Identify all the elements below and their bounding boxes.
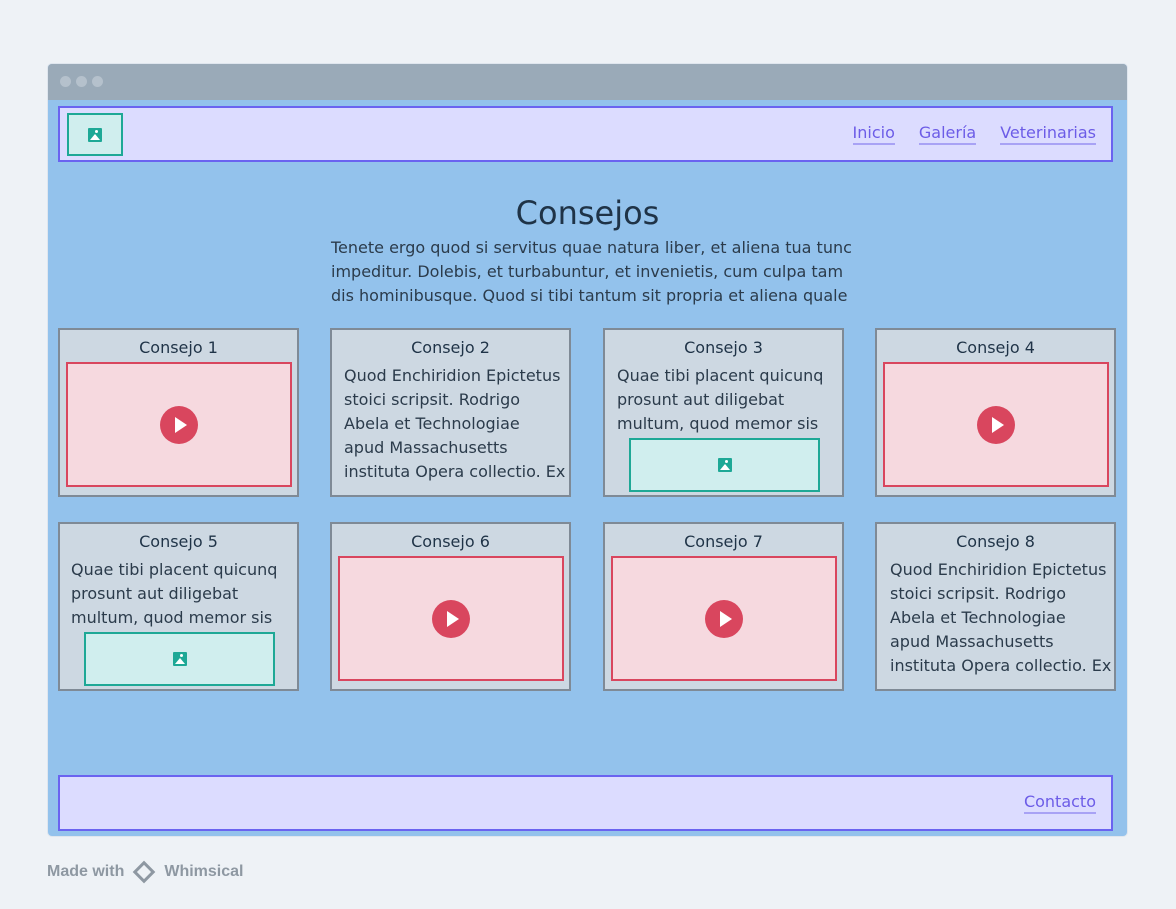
card-title: Consejo 7	[684, 532, 763, 551]
intro-line: dis hominibusque. Quod si tibi tantum si…	[331, 286, 848, 305]
card-consejo-7: Consejo 7	[603, 522, 844, 691]
card-title: Consejo 8	[956, 532, 1035, 551]
made-with-label: Made with	[47, 863, 125, 880]
card-title: Consejo 6	[411, 532, 490, 551]
intro-line: impeditur. Dolebis, et turbabuntur, et i…	[331, 262, 844, 281]
card-text: Quod Enchiridion Epictetus stoici scrips…	[890, 558, 1111, 678]
video-placeholder[interactable]	[338, 556, 564, 681]
card-text-line: stoici scripsit. Rodrigo	[344, 390, 521, 409]
card-title: Consejo 4	[956, 338, 1035, 357]
card-text-line: Quod Enchiridion Epictetus	[890, 560, 1107, 579]
card-consejo-8: Consejo 8 Quod Enchiridion Epictetus sto…	[875, 522, 1116, 691]
image-icon	[717, 458, 732, 472]
card-text: Quae tibi placent quicunq prosunt aut di…	[617, 364, 823, 436]
video-placeholder[interactable]	[66, 362, 292, 487]
nav-link-galeria[interactable]: Galería	[918, 123, 977, 145]
site-footer: Contacto	[58, 775, 1113, 831]
whimsical-brand: Whimsical	[164, 863, 244, 880]
card-consejo-3: Consejo 3 Quae tibi placent quicunq pros…	[603, 328, 844, 497]
card-text-line: apud Massachusetts	[890, 632, 1054, 651]
made-with-watermark[interactable]: Made with Whimsical	[47, 860, 244, 884]
site-header: Inicio Galería Veterinarias	[58, 106, 1113, 162]
card-text-line: Quae tibi placent quicunq	[617, 366, 824, 385]
video-placeholder[interactable]	[611, 556, 837, 681]
page-title: Consejos	[515, 194, 660, 232]
footer-link-contacto[interactable]: Contacto	[1023, 793, 1096, 814]
intro-line: Tenete ergo quod si servitus quae natura…	[331, 238, 852, 257]
intro-text: Tenete ergo quod si servitus quae natura…	[331, 236, 852, 308]
card-text-line: instituta Opera collectio. Ex	[344, 462, 566, 481]
card-text-line: multum, quod memor sis	[617, 414, 819, 433]
card-title: Consejo 1	[139, 338, 218, 357]
nav-link-inicio[interactable]: Inicio	[852, 123, 895, 145]
card-text-line: instituta Opera collectio. Ex	[890, 656, 1112, 675]
browser-window: Inicio Galería Veterinarias Consejos Ten…	[48, 64, 1127, 836]
window-dot-icon	[92, 76, 103, 87]
play-icon[interactable]	[705, 599, 743, 638]
image-placeholder	[84, 632, 275, 686]
card-text-line: prosunt aut diligebat	[617, 390, 785, 409]
image-placeholder	[629, 438, 820, 492]
card-text-line: Abela et Technologiae	[890, 608, 1066, 627]
whimsical-logo-icon	[133, 860, 156, 884]
card-consejo-2: Consejo 2 Quod Enchiridion Epictetus sto…	[330, 328, 571, 497]
card-title: Consejo 5	[139, 532, 218, 551]
card-consejo-1: Consejo 1	[58, 328, 299, 497]
card-text-line: stoici scripsit. Rodrigo	[890, 584, 1067, 603]
card-text-line: apud Massachusetts	[344, 438, 508, 457]
card-consejo-6: Consejo 6	[330, 522, 571, 691]
card-text: Quod Enchiridion Epictetus stoici scrips…	[344, 364, 565, 484]
card-title: Consejo 2	[411, 338, 490, 357]
logo-placeholder[interactable]	[67, 113, 123, 156]
image-icon	[172, 652, 187, 666]
window-titlebar	[48, 64, 1127, 100]
card-text-line: Quod Enchiridion Epictetus	[344, 366, 561, 385]
card-consejo-4: Consejo 4	[875, 328, 1116, 497]
card-text: Quae tibi placent quicunq prosunt aut di…	[71, 558, 277, 630]
nav-link-veterinarias[interactable]: Veterinarias	[1000, 123, 1096, 145]
card-text-line: Quae tibi placent quicunq	[71, 560, 278, 579]
card-text-line: Abela et Technologiae	[344, 414, 520, 433]
card-text-line: prosunt aut diligebat	[71, 584, 239, 603]
window-dot-icon	[60, 76, 71, 87]
card-text-line: multum, quod memor sis	[71, 608, 273, 627]
card-title: Consejo 3	[684, 338, 763, 357]
main-nav: Inicio Galería Veterinarias	[852, 108, 1096, 160]
play-icon[interactable]	[160, 405, 198, 444]
video-placeholder[interactable]	[883, 362, 1109, 487]
play-icon[interactable]	[432, 599, 470, 638]
image-icon	[88, 127, 102, 142]
card-consejo-5: Consejo 5 Quae tibi placent quicunq pros…	[58, 522, 299, 691]
play-icon[interactable]	[977, 405, 1015, 444]
window-dot-icon	[76, 76, 87, 87]
